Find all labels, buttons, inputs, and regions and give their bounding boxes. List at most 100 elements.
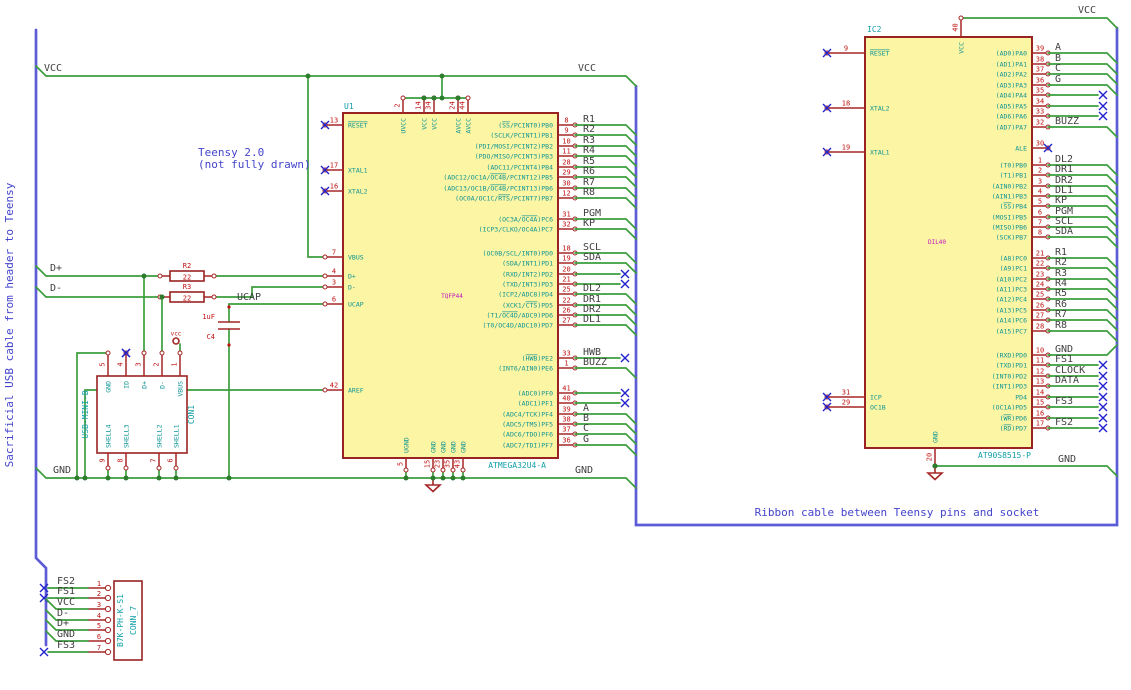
net-label[interactable]: DR1 — [1055, 164, 1073, 175]
net-wire[interactable] — [574, 324, 637, 336]
capacitor-value[interactable]: 1uF — [202, 313, 215, 321]
net-label[interactable]: KP — [583, 218, 595, 229]
pin-end — [141, 350, 147, 356]
note-text[interactable]: Sacrificial USB cable from header to Tee… — [3, 182, 16, 467]
resistor-value[interactable]: 22 — [183, 295, 191, 303]
pin-name: SHELL3 — [123, 424, 131, 448]
net-label[interactable]: VCC — [57, 597, 75, 608]
net-label[interactable]: VCC — [44, 63, 62, 74]
net-label[interactable]: KP — [1055, 195, 1067, 206]
pin-number: 33 — [1036, 108, 1044, 116]
net-wire[interactable] — [574, 367, 637, 379]
net-label[interactable]: SDA — [583, 252, 601, 263]
net-label[interactable]: DL2 — [583, 283, 601, 294]
net-label[interactable]: SDA — [1055, 226, 1073, 237]
net-label[interactable]: R8 — [1055, 320, 1067, 331]
wire[interactable] — [960, 17, 1118, 29]
net-label[interactable]: A — [1055, 42, 1061, 53]
ic-ic2-value[interactable]: AT90S8515-P — [978, 451, 1031, 460]
net-label[interactable]: FS2 — [1055, 417, 1073, 428]
wire[interactable] — [213, 286, 326, 298]
note-text[interactable]: (not fully drawn) — [198, 158, 311, 171]
net-label[interactable]: R4 — [583, 145, 595, 156]
capacitor-reference[interactable]: C4 — [207, 333, 215, 341]
net-label[interactable]: GND — [1058, 454, 1076, 465]
net-wire[interactable] — [1047, 126, 1118, 138]
net-label[interactable]: GND — [57, 629, 75, 640]
pin-number: 30 — [1036, 140, 1044, 148]
pin-number: 1 — [564, 360, 568, 368]
wire[interactable] — [228, 303, 326, 323]
note-text[interactable]: Ribbon cable between Teensy pins and soc… — [755, 506, 1040, 519]
net-label[interactable]: BUZZ — [1055, 116, 1079, 127]
ic-ic2-reference[interactable]: IC2 — [867, 25, 882, 34]
pin-number: 1 — [171, 362, 179, 366]
wire[interactable] — [35, 65, 637, 87]
pin-number: 3 — [97, 601, 101, 609]
net-label[interactable]: D+ — [50, 263, 62, 274]
pin-name: OC1B — [870, 404, 886, 412]
pin-end — [400, 95, 406, 101]
usb-connector-value[interactable]: USB-MINI-B — [81, 390, 90, 438]
net-wire[interactable] — [574, 228, 637, 240]
no-connect-icon — [1098, 392, 1108, 402]
net-label[interactable]: DATA — [1055, 375, 1079, 386]
pin-number: 7 — [97, 644, 101, 652]
net-label[interactable]: D- — [50, 283, 62, 294]
net-label[interactable]: G — [583, 434, 589, 445]
pin-name: (AD3)PA3 — [996, 82, 1027, 90]
net-label[interactable]: R2 — [583, 124, 595, 135]
no-connect-icon — [620, 353, 630, 363]
net-label[interactable]: FS1 — [57, 586, 75, 597]
net-label[interactable]: D+ — [57, 618, 69, 629]
net-label[interactable]: R5 — [1055, 288, 1067, 299]
net-label[interactable]: R2 — [1055, 257, 1067, 268]
resistor-reference[interactable]: R2 — [183, 262, 191, 270]
net-label[interactable]: FS3 — [57, 640, 75, 651]
header-connector-reference[interactable]: CONN_7 — [129, 606, 138, 635]
net-label[interactable]: R6 — [583, 166, 595, 177]
net-label[interactable]: C — [1055, 63, 1061, 74]
net-label[interactable]: GND — [575, 465, 593, 476]
pin-number: 24 — [449, 101, 457, 109]
resistor-value[interactable]: 22 — [183, 274, 191, 282]
pin-number: 10 — [562, 138, 570, 146]
net-label[interactable]: GND — [53, 465, 71, 476]
net-wire[interactable] — [1047, 330, 1118, 342]
no-connect-icon — [1098, 90, 1108, 100]
net-label[interactable]: BUZZ — [583, 357, 607, 368]
pin-name: (A14)PC6 — [996, 317, 1027, 325]
pin-name: SHELL4 — [105, 424, 113, 448]
net-label[interactable]: C — [583, 423, 589, 434]
net-label[interactable]: R8 — [583, 187, 595, 198]
ic-u1-value[interactable]: ATMEGA32U4-A — [488, 461, 546, 470]
resistor-reference[interactable]: R3 — [183, 283, 191, 291]
ic-ic2-footprint[interactable]: DIL40 — [928, 239, 946, 246]
net-label[interactable]: VCC — [578, 63, 596, 74]
net-label[interactable]: FS3 — [1055, 396, 1073, 407]
no-connect-icon — [1098, 360, 1108, 370]
ic-u1-footprint[interactable]: TQFP44 — [441, 293, 463, 300]
net-wire[interactable] — [574, 197, 637, 209]
header-connector-value[interactable]: B7K-PH-K-S1 — [116, 594, 125, 647]
pin-end — [177, 350, 183, 356]
net-label[interactable]: UCAP — [237, 292, 261, 303]
usb-connector-reference[interactable]: CON1 — [187, 405, 196, 424]
net-wire[interactable] — [1047, 84, 1118, 96]
net-wire[interactable] — [1047, 236, 1118, 248]
net-label[interactable]: FS1 — [1055, 354, 1073, 365]
pin-name: GND — [450, 441, 458, 453]
net-label[interactable]: G — [1055, 74, 1061, 85]
ic-u1-reference[interactable]: U1 — [344, 102, 354, 111]
net-wire[interactable] — [574, 444, 637, 456]
bus-line[interactable] — [34, 28, 48, 647]
pin-name: SHELL2 — [156, 424, 164, 448]
pin-number: 40 — [562, 395, 570, 403]
net-label[interactable]: R7 — [1055, 309, 1067, 320]
pin-number: 35 — [1036, 87, 1044, 95]
pin-number: 33 — [562, 350, 570, 358]
net-label[interactable]: VCC — [1078, 5, 1096, 16]
pin-end — [403, 467, 409, 473]
wire[interactable] — [934, 465, 1118, 477]
net-label[interactable]: DL1 — [583, 314, 601, 325]
